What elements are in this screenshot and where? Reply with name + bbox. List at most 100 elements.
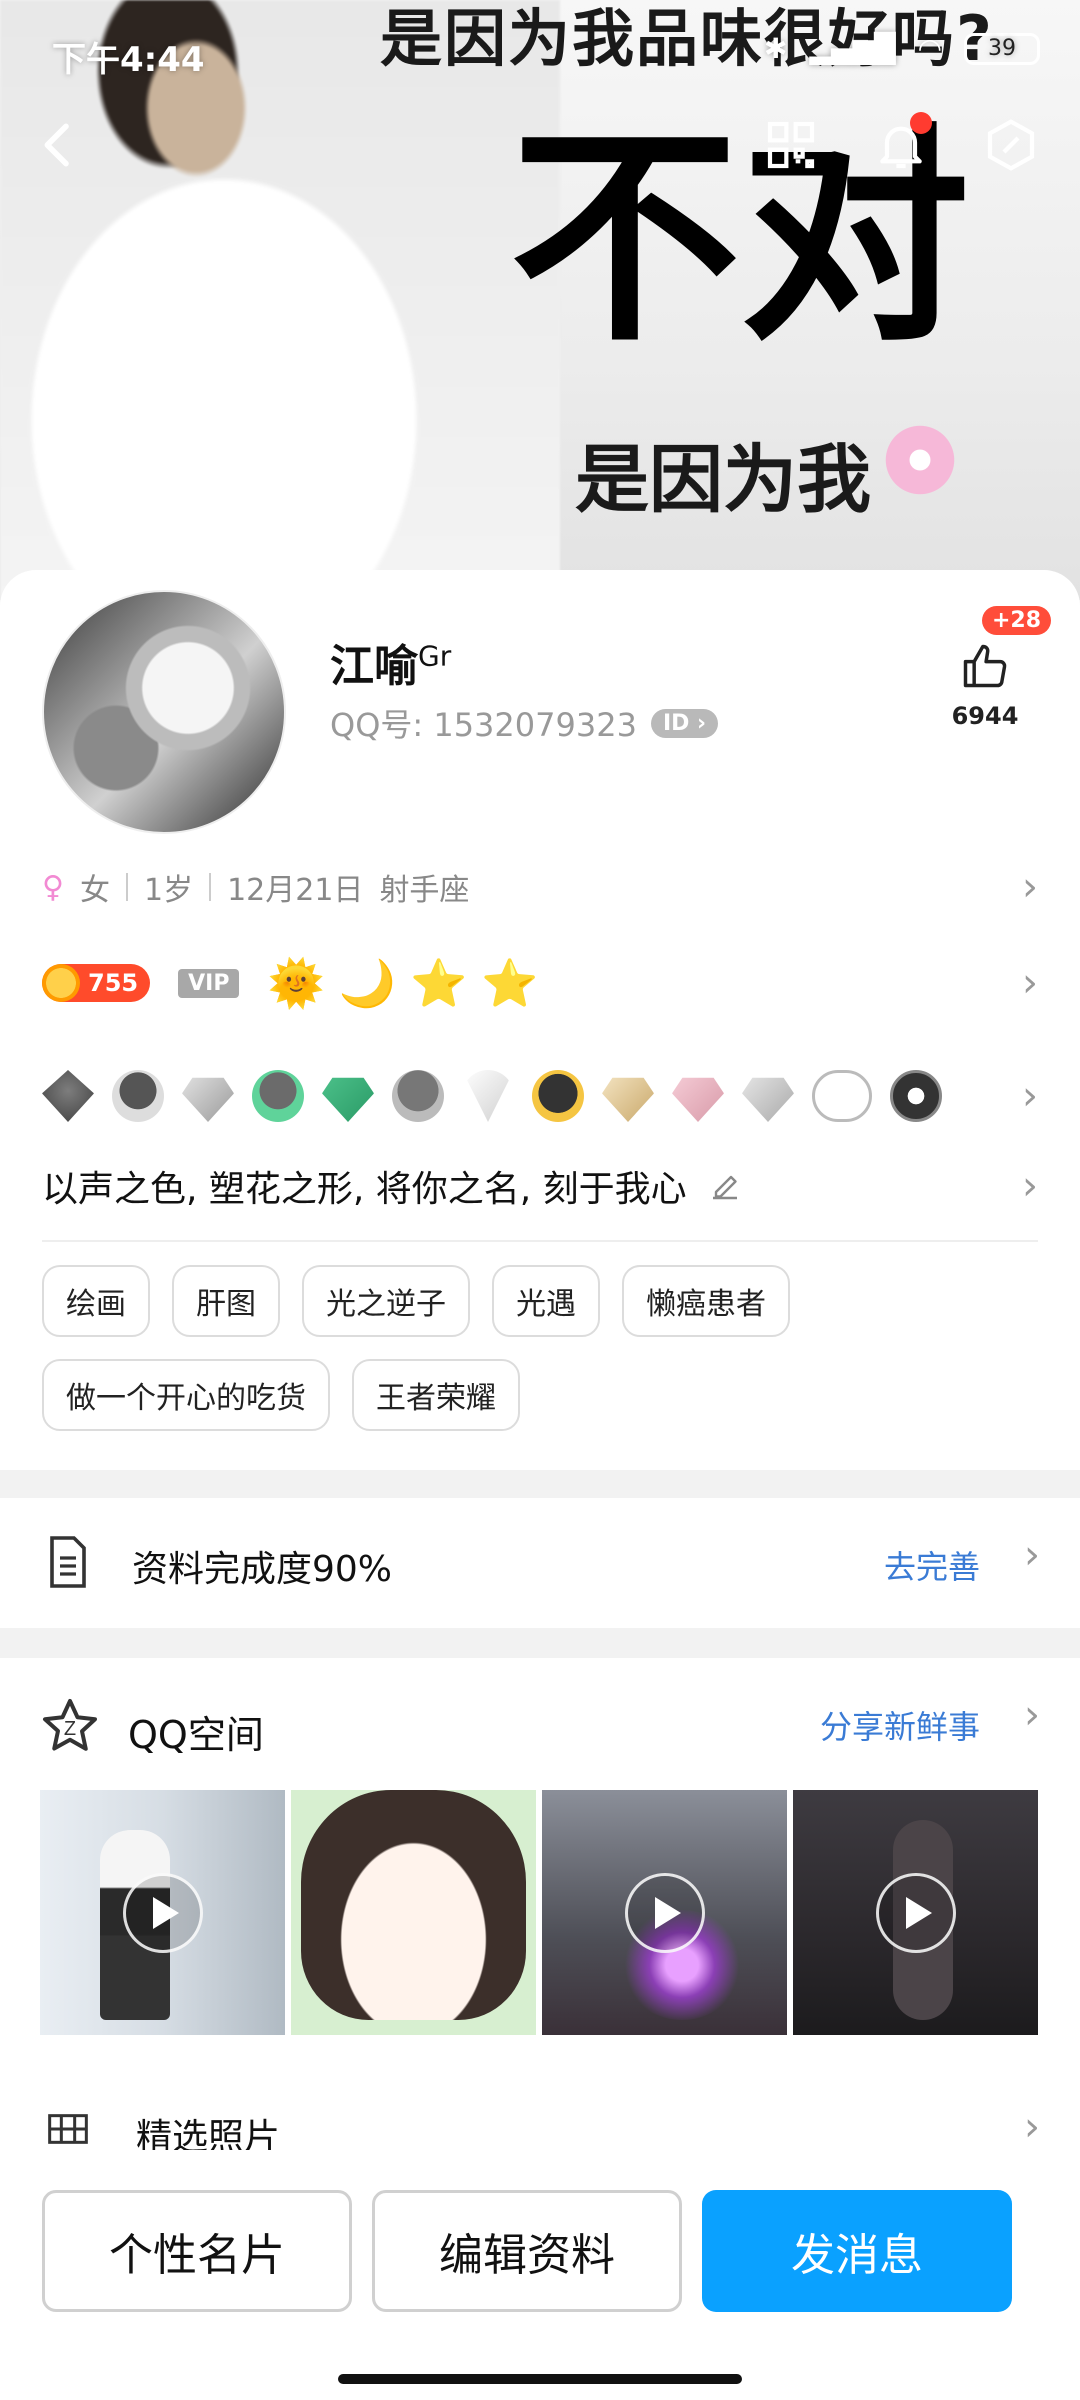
qzone-video-thumbnail[interactable] bbox=[793, 1790, 1038, 2035]
badge-row[interactable]: › bbox=[42, 1070, 1038, 1122]
signature-text: 以声之色, 塑花之形, 将你之名, 刻于我心 bbox=[42, 1169, 687, 1210]
edit-profile-button[interactable]: 编辑资料 bbox=[372, 2190, 682, 2312]
qq-number[interactable]: QQ号: 1532079323 ID › bbox=[330, 700, 719, 746]
id-badge[interactable]: ID › bbox=[650, 708, 719, 738]
document-icon bbox=[50, 1536, 86, 1588]
top-nav bbox=[0, 110, 1080, 190]
qzone-star-icon: Z bbox=[43, 1699, 97, 1751]
hexagon-settings-icon bbox=[987, 119, 1035, 171]
qr-code-icon bbox=[767, 121, 815, 169]
gender: 女 bbox=[79, 873, 110, 908]
back-button[interactable] bbox=[24, 110, 94, 180]
completeness-label: 资料完成度90% bbox=[132, 1549, 393, 1590]
avatar[interactable] bbox=[42, 590, 286, 834]
status-bar: 下午4:44 ✱ ▂▄▆█ ◠ 39 bbox=[0, 0, 1080, 100]
gold-diamond-badge-icon bbox=[602, 1077, 654, 1122]
tag[interactable]: 做一个开心的吃货 bbox=[42, 1359, 330, 1431]
cover-sub-text: 是因为我 bbox=[575, 437, 871, 523]
flower-sticker bbox=[880, 420, 960, 500]
qzone-video-thumbnail[interactable] bbox=[542, 1790, 787, 2035]
play-icon bbox=[875, 1872, 956, 1953]
featured-photos-row[interactable]: 精选照片 › bbox=[0, 2098, 1080, 2158]
silver-diamond-badge-icon bbox=[742, 1077, 794, 1122]
id-badge-text: ID bbox=[662, 710, 690, 736]
star-icon: ⭐ bbox=[481, 956, 539, 1010]
edit-pencil-icon[interactable] bbox=[707, 1168, 743, 1204]
level-score: 755 bbox=[88, 969, 139, 997]
nickname-text: 江喻 bbox=[330, 641, 418, 692]
coin-icon bbox=[42, 964, 80, 1002]
likes-count: 6944 bbox=[951, 702, 1019, 730]
v-badge-icon bbox=[462, 1070, 514, 1122]
chevron-right-icon: › bbox=[1022, 864, 1038, 910]
chevron-right-icon: › bbox=[1024, 1532, 1040, 1578]
tag[interactable]: 王者荣耀 bbox=[352, 1359, 520, 1431]
bluetooth-icon: ✱ bbox=[763, 32, 788, 65]
status-time: 下午4:44 bbox=[52, 40, 205, 80]
back-arrow-icon bbox=[44, 123, 69, 167]
diamond-badge-icon bbox=[182, 1077, 234, 1122]
chevron-right-icon: › bbox=[1024, 1692, 1040, 1738]
emerald-badge-icon bbox=[322, 1077, 374, 1122]
penguin-green-badge-icon bbox=[252, 1070, 304, 1122]
play-icon bbox=[122, 1872, 203, 1953]
battery-icon: 39 bbox=[964, 32, 1040, 65]
profile-card: 江喻Gr QQ号: 1532079323 ID › +28 6944 ♀ 女 1… bbox=[0, 570, 1080, 1470]
chevron-right-icon: › bbox=[1024, 2104, 1040, 2150]
king-penguin-badge-icon bbox=[532, 1070, 584, 1122]
notification-button[interactable] bbox=[866, 110, 936, 180]
chevron-right-icon: › bbox=[1022, 1073, 1038, 1119]
star-icon: ⭐ bbox=[410, 956, 468, 1010]
zodiac: 射手座 bbox=[379, 873, 470, 908]
send-message-button[interactable]: 发消息 bbox=[702, 2190, 1012, 2312]
moon-icon: 🌙 bbox=[338, 956, 397, 1010]
level-score-badge: 755 bbox=[42, 964, 151, 1002]
divider bbox=[42, 1240, 1038, 1242]
tag[interactable]: 懒癌患者 bbox=[622, 1265, 790, 1337]
pink-diamond-badge-icon bbox=[672, 1077, 724, 1122]
notification-dot bbox=[910, 112, 932, 134]
home-indicator[interactable] bbox=[338, 2374, 742, 2384]
qzone-section: Z QQ空间 分享新鲜事 › 精选照片 › bbox=[0, 1658, 1080, 2178]
level-row[interactable]: 755 VIP 🌞 🌙 ⭐ ⭐ › bbox=[42, 960, 1038, 1006]
personal-card-button[interactable]: 个性名片 bbox=[42, 2190, 352, 2312]
thumbs-up-icon bbox=[963, 644, 1007, 688]
divider bbox=[209, 873, 212, 901]
settings-button[interactable] bbox=[976, 110, 1046, 180]
qr-code-button[interactable] bbox=[756, 110, 826, 180]
profile-completeness-row[interactable]: 资料完成度90% 去完善 › bbox=[0, 1498, 1080, 1628]
nickname-suffix: Gr bbox=[418, 639, 452, 673]
qzone-title[interactable]: QQ空间 bbox=[128, 1704, 264, 1759]
signature-row[interactable]: 以声之色, 塑花之形, 将你之名, 刻于我心 › bbox=[42, 1160, 1038, 1212]
sun-icon: 🌞 bbox=[267, 956, 325, 1010]
nickname: 江喻Gr bbox=[330, 630, 451, 694]
likes-plus-badge: +28 bbox=[982, 606, 1052, 635]
qzone-video-thumbnail[interactable] bbox=[40, 1790, 285, 2035]
chevron-right-icon: › bbox=[1022, 960, 1038, 1006]
tag[interactable]: 光之逆子 bbox=[302, 1265, 470, 1337]
interest-tags: 绘画 肝图 光之逆子 光遇 懒癌患者 做一个开心的吃货 王者荣耀 bbox=[42, 1265, 1038, 1431]
signal-icon: ▂▄▆█ bbox=[809, 32, 896, 65]
chevron-right-icon: › bbox=[1022, 1163, 1038, 1209]
tag[interactable]: 肝图 bbox=[172, 1265, 280, 1337]
age: 1岁 bbox=[143, 873, 194, 908]
grid-icon bbox=[48, 2114, 88, 2144]
penguin-grey-badge-icon bbox=[392, 1070, 444, 1122]
tag[interactable]: 绘画 bbox=[42, 1265, 150, 1337]
likes-button[interactable]: +28 6944 bbox=[930, 606, 1052, 730]
wifi-icon: ◠ bbox=[917, 32, 942, 65]
play-icon bbox=[624, 1872, 705, 1953]
basic-info-row[interactable]: ♀ 女 1岁 12月21日 射手座 › bbox=[42, 864, 1038, 910]
penguin-badge-icon bbox=[42, 1070, 94, 1122]
complete-profile-link[interactable]: 去完善 bbox=[884, 1542, 980, 1588]
divider bbox=[125, 873, 128, 901]
game-badge-icon bbox=[890, 1070, 942, 1122]
female-icon: ♀ bbox=[42, 869, 64, 905]
cloud-v-badge-icon bbox=[812, 1070, 872, 1122]
share-news-link[interactable]: 分享新鲜事 bbox=[820, 1702, 980, 1748]
bottom-action-bar: 个性名片 编辑资料 发消息 bbox=[0, 2150, 1080, 2400]
qzone-image-thumbnail[interactable] bbox=[291, 1790, 536, 2035]
tag[interactable]: 光遇 bbox=[492, 1265, 600, 1337]
vip-badge: VIP bbox=[178, 968, 240, 998]
qq-number-text: QQ号: 1532079323 bbox=[330, 706, 637, 744]
